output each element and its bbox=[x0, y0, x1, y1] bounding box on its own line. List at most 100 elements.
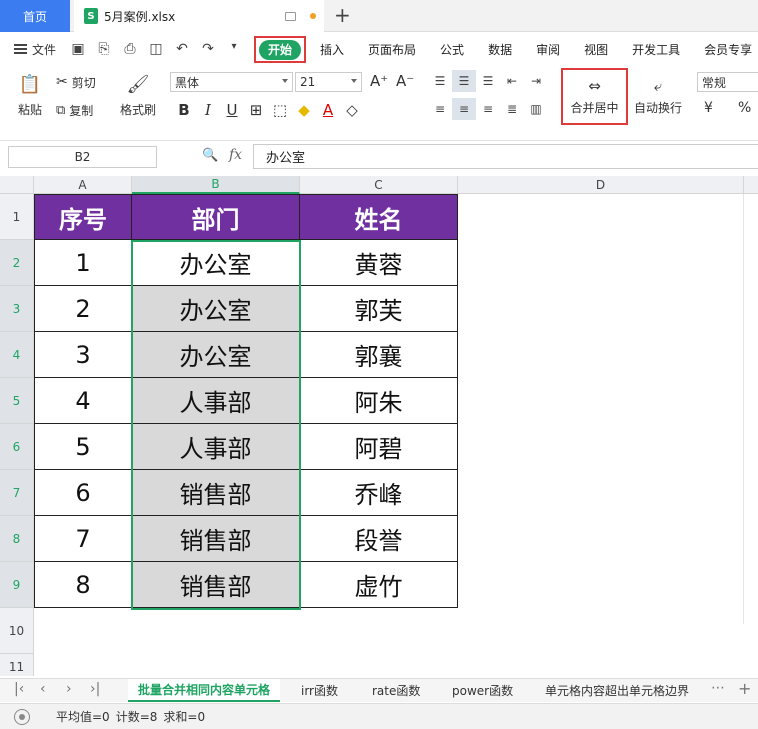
function-icon[interactable]: fx bbox=[229, 147, 242, 163]
export-icon[interactable]: ⎘ bbox=[96, 41, 112, 57]
row-header[interactable]: 2 bbox=[0, 240, 34, 286]
print-preview-icon[interactable]: ◫ bbox=[148, 41, 164, 57]
table-cell[interactable]: 阿朱 bbox=[300, 378, 458, 424]
table-cell[interactable]: 3 bbox=[34, 332, 132, 378]
align-center-icon[interactable]: ≡ bbox=[452, 98, 476, 120]
row-header[interactable]: 5 bbox=[0, 378, 34, 424]
fill-style-icon[interactable]: ⬚ bbox=[268, 100, 292, 120]
monitor-icon[interactable] bbox=[285, 11, 296, 21]
table-cell[interactable]: 阿碧 bbox=[300, 424, 458, 470]
sheet-tab-active[interactable]: 批量合并相同内容单元格 bbox=[128, 679, 281, 702]
column-header-c[interactable]: C bbox=[300, 176, 458, 194]
table-cell[interactable]: 5 bbox=[34, 424, 132, 470]
sheet-tab[interactable]: rate函数 bbox=[372, 679, 420, 702]
file-tab[interactable]: S 5月案例.xlsx bbox=[74, 0, 324, 32]
clear-format-icon[interactable]: ◇ bbox=[340, 100, 364, 120]
fill-color-icon[interactable]: ◆ bbox=[292, 100, 316, 120]
justify-icon[interactable]: ≣ bbox=[500, 98, 524, 120]
sheet-tab[interactable]: irr函数 bbox=[301, 679, 338, 702]
font-color-icon[interactable]: A bbox=[316, 100, 340, 120]
previous-sheet-icon[interactable]: ‹ bbox=[40, 681, 46, 697]
new-tab-plus-icon[interactable]: + bbox=[334, 4, 351, 26]
align-right-icon[interactable]: ≡ bbox=[476, 98, 500, 120]
tab-member[interactable]: 会员专享 bbox=[704, 41, 752, 58]
cut-button[interactable]: ✂ 剪切 bbox=[56, 72, 96, 92]
increase-font-size-icon[interactable]: A⁺ bbox=[370, 72, 388, 90]
distributed-align-icon[interactable]: ▥ bbox=[524, 98, 548, 120]
table-cell[interactable]: 人事部 bbox=[132, 378, 300, 424]
format-painter-button[interactable]: 🖌 格式刷 bbox=[117, 68, 159, 124]
macro-recorder-icon[interactable] bbox=[14, 708, 30, 725]
merge-center-button[interactable]: ⇔ 合并居中 bbox=[561, 68, 628, 125]
zoom-search-icon[interactable]: 🔍 bbox=[202, 148, 218, 163]
row-header[interactable]: 3 bbox=[0, 286, 34, 332]
tab-start[interactable]: 开始 bbox=[259, 39, 302, 60]
row-header[interactable]: 4 bbox=[0, 332, 34, 378]
tab-review[interactable]: 审阅 bbox=[536, 41, 560, 58]
table-header-cell[interactable]: 姓名 bbox=[300, 194, 458, 240]
table-cell[interactable]: 6 bbox=[34, 470, 132, 516]
increase-indent-icon[interactable]: ⇥ bbox=[524, 70, 548, 92]
add-sheet-icon[interactable]: + bbox=[738, 679, 751, 698]
table-cell[interactable]: 销售部 bbox=[132, 516, 300, 562]
home-tab[interactable]: 首页 bbox=[0, 0, 70, 32]
undo-icon[interactable]: ↶ bbox=[174, 41, 190, 57]
redo-icon[interactable]: ↷ bbox=[200, 41, 216, 57]
table-cell[interactable]: 1 bbox=[34, 240, 132, 286]
table-cell[interactable]: 人事部 bbox=[132, 424, 300, 470]
row-header[interactable]: 8 bbox=[0, 516, 34, 562]
select-all-corner[interactable] bbox=[0, 176, 34, 194]
border-icon[interactable]: ⊞ bbox=[244, 100, 268, 120]
font-name-select[interactable]: 黑体 bbox=[170, 72, 293, 92]
align-left-icon[interactable]: ≡ bbox=[428, 98, 452, 120]
paste-button[interactable]: 📋 粘贴 bbox=[10, 68, 50, 124]
number-format-select[interactable]: 常规 bbox=[697, 72, 758, 92]
row-header[interactable]: 1 bbox=[0, 194, 34, 240]
table-header-cell[interactable]: 部门 bbox=[132, 194, 300, 240]
table-cell[interactable]: 8 bbox=[34, 562, 132, 608]
more-sheets-icon[interactable]: ⋯ bbox=[711, 680, 725, 696]
table-cell[interactable]: 7 bbox=[34, 516, 132, 562]
table-cell[interactable]: 黄蓉 bbox=[300, 240, 458, 286]
tab-formulas[interactable]: 公式 bbox=[440, 41, 464, 58]
underline-icon[interactable]: U bbox=[220, 100, 244, 120]
currency-format-button[interactable]: ¥ bbox=[704, 100, 713, 116]
table-cell[interactable]: 虚竹 bbox=[300, 562, 458, 608]
align-top-icon[interactable]: ☰ bbox=[428, 70, 452, 92]
table-cell[interactable]: 郭芙 bbox=[300, 286, 458, 332]
copy-button[interactable]: ⧉ 复制 bbox=[56, 100, 93, 120]
last-sheet-icon[interactable]: ›| bbox=[90, 681, 100, 697]
tab-developer[interactable]: 开发工具 bbox=[632, 41, 680, 58]
align-bottom-icon[interactable]: ☰ bbox=[476, 70, 500, 92]
tab-view[interactable]: 视图 bbox=[584, 41, 608, 58]
row-header[interactable]: 7 bbox=[0, 470, 34, 516]
wrap-text-button[interactable]: ⤶ 自动换行 bbox=[632, 70, 684, 122]
row-header[interactable]: 9 bbox=[0, 562, 34, 608]
decrease-indent-icon[interactable]: ⇤ bbox=[500, 70, 524, 92]
table-cell[interactable]: 乔峰 bbox=[300, 470, 458, 516]
table-cell[interactable]: 办公室 bbox=[132, 240, 300, 286]
table-header-cell[interactable]: 序号 bbox=[34, 194, 132, 240]
row-header[interactable]: 10 bbox=[0, 608, 34, 654]
print-icon[interactable]: ⎙ bbox=[122, 41, 138, 57]
column-header-d[interactable]: D bbox=[458, 176, 744, 194]
align-middle-icon[interactable]: ☰ bbox=[452, 70, 476, 92]
table-cell[interactable]: 销售部 bbox=[132, 470, 300, 516]
table-cell[interactable]: 销售部 bbox=[132, 562, 300, 608]
italic-icon[interactable]: I bbox=[196, 100, 220, 120]
column-header-b[interactable]: B bbox=[132, 176, 300, 194]
name-box[interactable]: B2 bbox=[8, 146, 157, 168]
column-header-a[interactable]: A bbox=[34, 176, 132, 194]
row-header[interactable]: 6 bbox=[0, 424, 34, 470]
decrease-font-size-icon[interactable]: A⁻ bbox=[396, 72, 414, 90]
formula-input[interactable]: 办公室 bbox=[253, 144, 758, 169]
percent-format-button[interactable]: % bbox=[738, 100, 751, 116]
save-icon[interactable]: ▣ bbox=[70, 41, 86, 57]
first-sheet-icon[interactable]: |‹ bbox=[14, 681, 24, 697]
table-cell[interactable]: 段誉 bbox=[300, 516, 458, 562]
tab-page-layout[interactable]: 页面布局 bbox=[368, 41, 416, 58]
tab-data[interactable]: 数据 bbox=[488, 41, 512, 58]
quick-access-dropdown-icon[interactable]: ▾ bbox=[226, 41, 242, 57]
row-header[interactable]: 11 bbox=[0, 654, 34, 676]
table-cell[interactable]: 4 bbox=[34, 378, 132, 424]
